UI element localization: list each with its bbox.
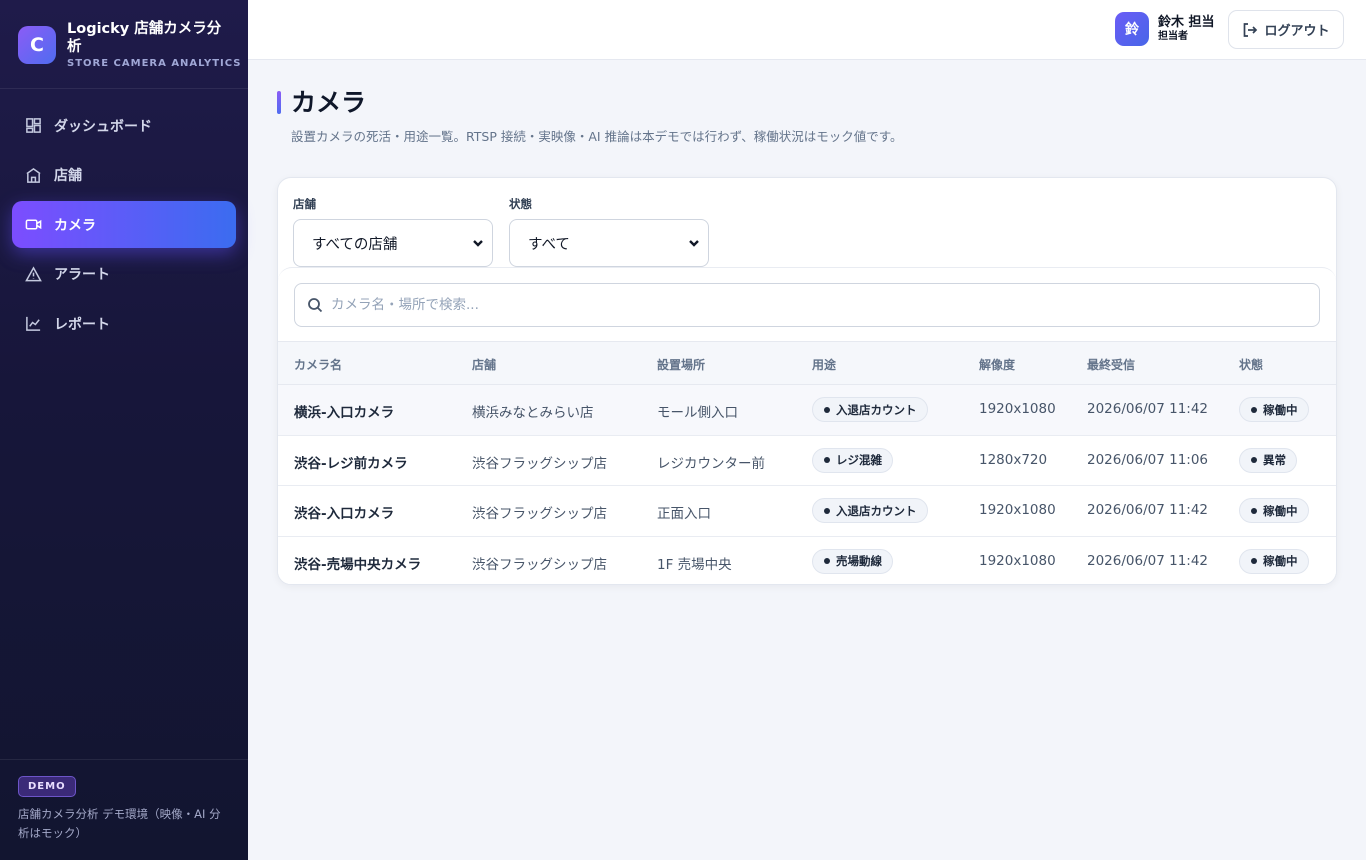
camera-name: 渋谷-売場中央カメラ: [294, 556, 422, 573]
sidebar-item-alerts[interactable]: アラート: [12, 251, 236, 298]
store-filter-select[interactable]: すべての店舗: [293, 219, 493, 267]
user-role: 担当者: [1158, 30, 1188, 42]
resolution: 1280x720: [979, 451, 1048, 468]
brand-logo: C: [18, 26, 56, 64]
column-header[interactable]: 解像度: [979, 356, 1015, 373]
column-header[interactable]: 店舗: [472, 356, 496, 373]
location: レジカウンター前: [657, 455, 765, 472]
sidebar-item-label: ダッシュボード: [54, 118, 152, 135]
brand-title: Logicky 店舗カメラ分析: [67, 21, 222, 55]
store-name: 渋谷フラッグシップ店: [472, 455, 607, 472]
demo-badge: DEMO: [18, 776, 76, 797]
page-heading: カメラ: [277, 86, 366, 120]
status-badge: 稼働中: [1239, 498, 1309, 523]
logout-button[interactable]: ログアウト: [1228, 10, 1344, 49]
logout-label: ログアウト: [1264, 24, 1330, 39]
store-icon: [26, 167, 41, 183]
dashboard-icon: [26, 118, 41, 133]
avatar: 鈴: [1115, 12, 1149, 46]
sidebar-item-reports[interactable]: レポート: [12, 300, 236, 347]
location: モール側入口: [657, 405, 738, 421]
sidebar: C Logicky 店舗カメラ分析 STORE CAMERA ANALYTICS…: [0, 0, 248, 860]
chevron-down-icon: [689, 240, 699, 247]
sidebar-item-label: アラート: [54, 267, 110, 283]
purpose-badge: レジ混雑: [812, 447, 893, 473]
alert-icon: [25, 265, 42, 281]
page-description: 設置カメラの死活・用途一覧。RTSP 接続・実映像・AI 推論は本デモでは行わず…: [291, 129, 903, 144]
table-row[interactable]: 渋谷-入口カメラ 渋谷フラッグシップ店 正面入口 入退店カウント 1920x10…: [278, 486, 1336, 537]
column-header[interactable]: 最終受信: [1087, 356, 1135, 373]
sidebar-footer: DEMO 店舗カメラ分析 デモ環境（映像・AI 分析はモック）: [0, 759, 248, 860]
table-row[interactable]: 渋谷-レジ前カメラ 渋谷フラッグシップ店 レジカウンター前 レジ混雑 1280x…: [278, 436, 1336, 486]
resolution: 1920x1080: [979, 502, 1056, 518]
store-name: 渋谷フラッグシップ店: [472, 556, 607, 573]
status-filter-select[interactable]: すべて: [509, 219, 709, 267]
column-header[interactable]: 設置場所: [657, 356, 705, 373]
resolution: 1920x1080: [979, 401, 1056, 417]
sidebar-item-stores[interactable]: 店舗: [12, 152, 236, 199]
status-badge: 異常: [1239, 447, 1297, 473]
search-box: [294, 283, 1320, 327]
user-menu[interactable]: 鈴 鈴木 担当 担当者: [1115, 12, 1215, 46]
camera-icon: [25, 219, 42, 230]
last-received: 2026/06/07 11:42: [1087, 552, 1209, 569]
table-row[interactable]: 渋谷-売場中央カメラ 渋谷フラッグシップ店 1F 売場中央 売場動線 1920x…: [278, 537, 1336, 585]
report-icon: [26, 316, 41, 331]
search-input[interactable]: [331, 297, 1231, 313]
table-header: カメラ名 店舗 設置場所 用途 解像度 最終受信 状態: [278, 341, 1336, 385]
column-header[interactable]: 用途: [812, 356, 836, 373]
search-icon: [308, 298, 323, 313]
location: 正面入口: [657, 506, 711, 522]
user-name: 鈴木 担当: [1158, 14, 1215, 30]
last-received: 2026/06/07 11:42: [1087, 401, 1209, 417]
sidebar-item-label: レポート: [54, 316, 110, 333]
footer-note: 店舗カメラ分析 デモ環境（映像・AI 分析はモック）: [18, 807, 221, 840]
status-filter-label: 状態: [509, 197, 532, 211]
logout-icon: [1244, 22, 1258, 37]
status-badge: 稼働中: [1239, 397, 1309, 422]
store-filter-value: すべての店舗: [312, 236, 398, 253]
column-header[interactable]: カメラ名: [294, 356, 342, 373]
resolution: 1920x1080: [979, 552, 1056, 569]
location: 1F 売場中央: [657, 556, 732, 573]
status-filter-value: すべて: [528, 236, 570, 253]
chevron-down-icon: [473, 240, 483, 247]
sidebar-item-cameras[interactable]: カメラ: [12, 201, 236, 248]
purpose-badge: 入退店カウント: [812, 498, 928, 523]
purpose-badge: 売場動線: [812, 548, 893, 574]
brand-subtitle: STORE CAMERA ANALYTICS: [67, 58, 242, 69]
last-received: 2026/06/07 11:06: [1087, 451, 1209, 468]
store-name: 横浜みなとみらい店: [472, 405, 594, 421]
camera-table-panel: カメラ名 店舗 設置場所 用途 解像度 最終受信 状態 横浜-入口カメラ 横浜み…: [278, 267, 1336, 585]
sidebar-item-label: カメラ: [54, 217, 96, 234]
camera-name: 横浜-入口カメラ: [294, 405, 395, 421]
store-name: 渋谷フラッグシップ店: [472, 506, 607, 522]
brand: C Logicky 店舗カメラ分析 STORE CAMERA ANALYTICS: [0, 0, 248, 89]
sidebar-nav: ダッシュボード 店舗 カメラ アラート レポート: [0, 89, 248, 363]
camera-name: 渋谷-レジ前カメラ: [294, 455, 408, 472]
filters: 店舗 すべての店舗 状態 すべて: [293, 196, 725, 267]
camera-name: 渋谷-入口カメラ: [294, 506, 395, 522]
status-badge: 稼働中: [1239, 548, 1309, 574]
title-accent-bar: [277, 91, 281, 114]
top-bar: 鈴 鈴木 担当 担当者 ログアウト: [248, 0, 1366, 60]
sidebar-item-dashboard[interactable]: ダッシュボード: [12, 102, 236, 149]
sidebar-item-label: 店舗: [54, 168, 82, 184]
page-title: カメラ: [291, 88, 367, 117]
camera-card: 店舗 すべての店舗 状態 すべて カメラ名 店舗 設置場所 用途 解像度 最終受…: [277, 177, 1337, 585]
last-received: 2026/06/07 11:42: [1087, 502, 1209, 518]
column-header[interactable]: 状態: [1239, 356, 1263, 373]
table-row[interactable]: 横浜-入口カメラ 横浜みなとみらい店 モール側入口 入退店カウント 1920x1…: [278, 385, 1336, 436]
purpose-badge: 入退店カウント: [812, 397, 928, 422]
store-filter-label: 店舗: [293, 197, 316, 211]
